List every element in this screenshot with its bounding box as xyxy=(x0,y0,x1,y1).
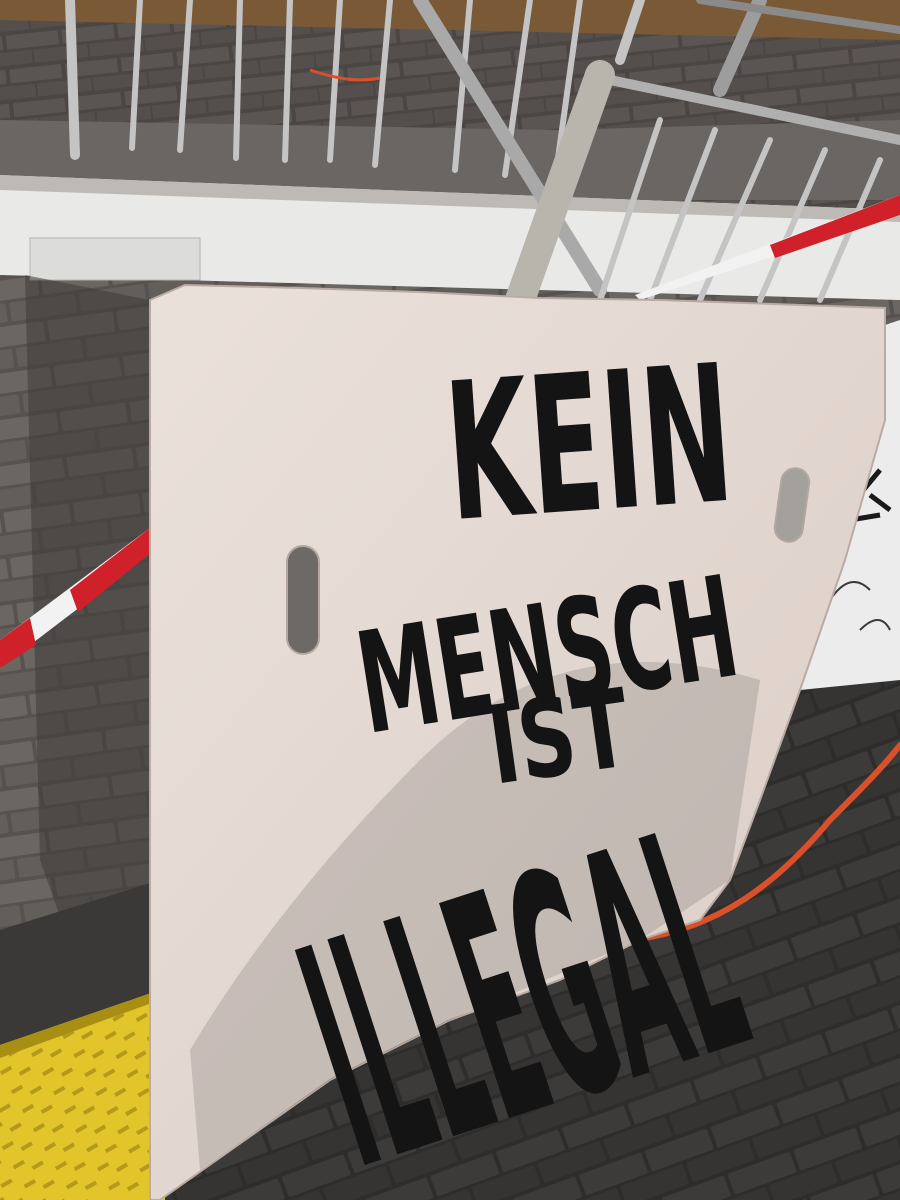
photo-scene: KEIN MENSCH IST ILLEGAL xyxy=(0,0,900,1200)
handle-hole-left xyxy=(286,545,320,655)
sign-line-kein: KEIN xyxy=(439,324,739,564)
